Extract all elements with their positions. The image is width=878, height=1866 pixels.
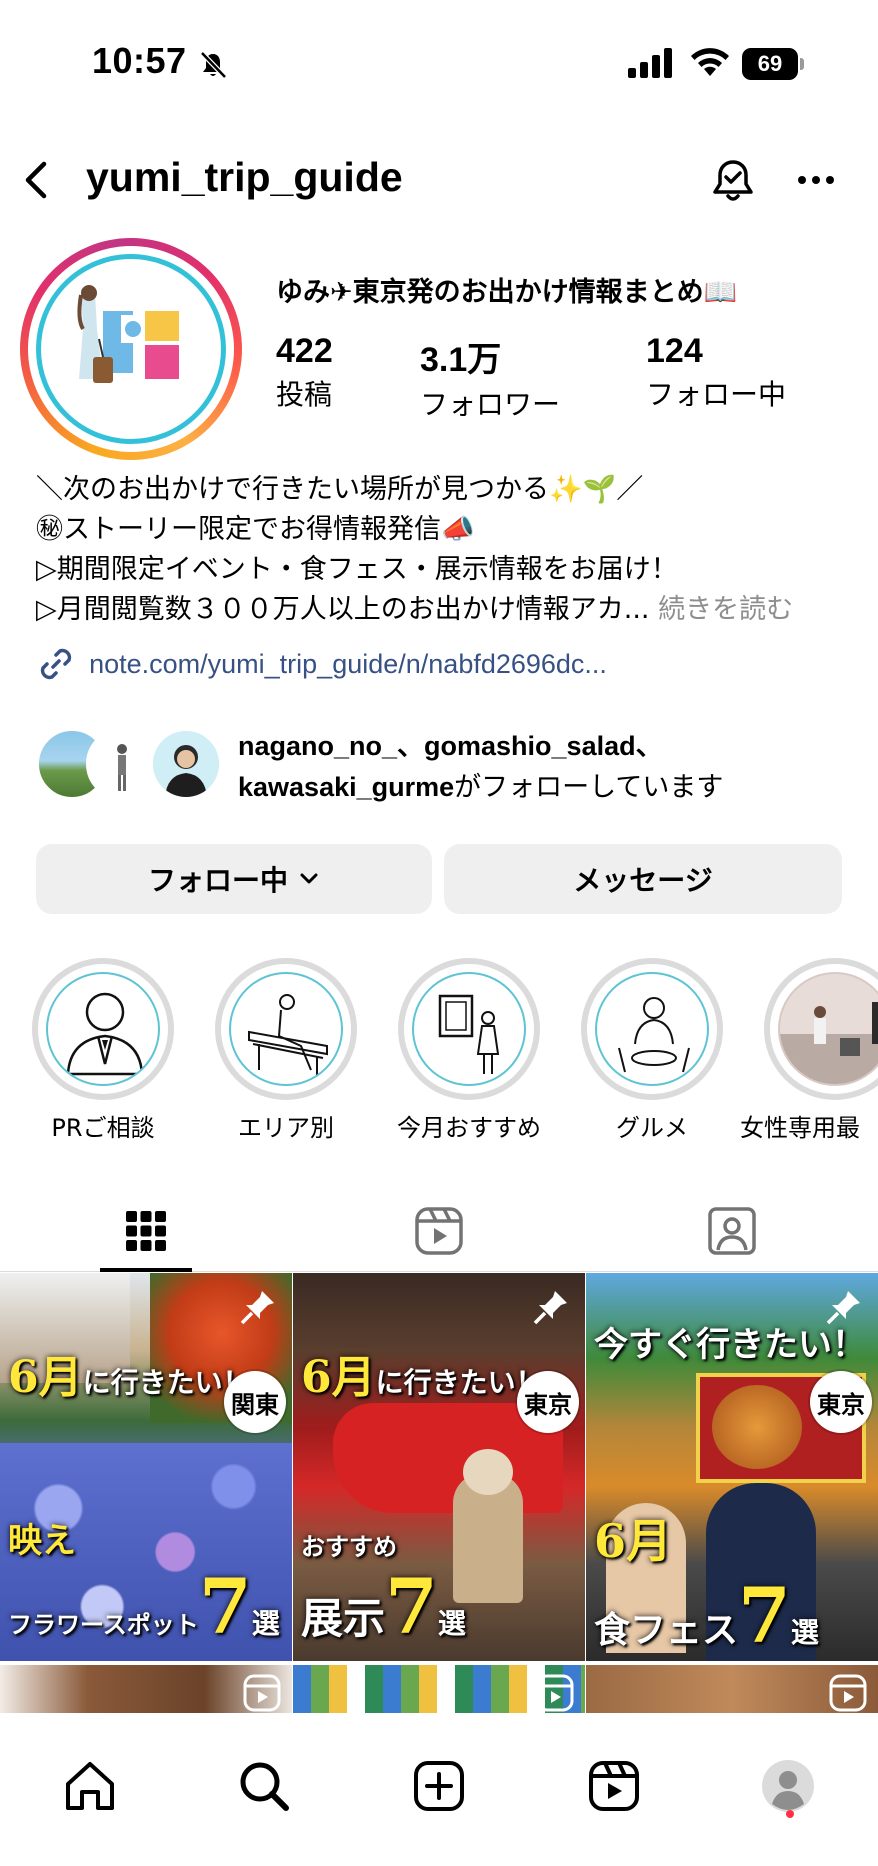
profile-avatar[interactable] [20, 238, 242, 460]
post-tile[interactable]: 6月に行きたい！ 関東 映え フラワースポット7選 [0, 1273, 292, 1661]
bio-line: ▷期間限定イベント・食フェス・展示情報をお届け！ [36, 554, 678, 585]
bio-line: ＼次のお出かけで行きたい場所が見つかる✨🌱／ [36, 474, 644, 505]
followers-count-stat[interactable]: 3.1万 フォロワー [420, 332, 560, 423]
reels-icon [829, 1674, 867, 1712]
reels-icon[interactable] [586, 1758, 642, 1814]
stat-value: 124 [646, 332, 703, 370]
following-button[interactable]: フォロー中 [36, 844, 432, 914]
region-badge: 関東 [224, 1371, 286, 1433]
tab-tagged[interactable] [586, 1190, 878, 1272]
mutual-names: nagano_no_、gomashio_salad、 [238, 731, 663, 761]
highlight-women-only[interactable]: 女性専用最 [740, 958, 878, 1142]
mutual-followers-avatars[interactable] [36, 728, 226, 800]
posts-count-stat[interactable]: 422 投稿 [276, 332, 333, 413]
tab-reels[interactable] [293, 1190, 585, 1272]
message-button-label: メッセージ [573, 864, 713, 897]
profile-tabs [0, 1190, 878, 1272]
bio-line: ㊙ストーリー限定でお得情報発信📣 [36, 514, 475, 545]
mutual-suffix: がフォローしています [454, 772, 724, 803]
bottom-navigation [0, 1714, 878, 1866]
dining-woman-icon [618, 997, 690, 1073]
wifi-icon [691, 48, 729, 76]
chevron-down-icon [300, 873, 318, 884]
following-count-stat[interactable]: 124 フォロー中 [646, 332, 786, 413]
post-tile[interactable]: 今すぐ行きたい！ 東京 6月 食フェス7選 [586, 1273, 878, 1661]
highlight-label: グルメ [616, 1114, 688, 1142]
following-button-label: フォロー中 [147, 864, 288, 897]
pin-icon [240, 1291, 274, 1325]
signal-icon [628, 48, 672, 78]
highlight-label: 今月おすすめ [397, 1114, 541, 1142]
stat-value: 422 [276, 332, 333, 370]
reels-icon [243, 1674, 281, 1712]
tab-posts-grid[interactable] [0, 1190, 292, 1272]
region-badge: 東京 [810, 1371, 872, 1433]
posts-grid: 6月に行きたい！ 関東 映え フラワースポット7選 6月に行きたい！ 東京 おす… [0, 1273, 878, 1713]
tagged-icon [708, 1207, 756, 1255]
bio-line-text: ▷月間閲覧数３００万人以上のお出かけ情報アカ... [36, 594, 650, 625]
highlight-gourmet[interactable]: グルメ [581, 958, 723, 1142]
read-more-link[interactable]: 続きを読む [658, 594, 793, 625]
avatar [86, 728, 158, 800]
more-options-icon[interactable] [794, 168, 838, 192]
post-headline: 6月に行きたい！ [301, 1352, 544, 1403]
battery-indicator: 69 [742, 48, 804, 80]
highlight-label: エリア別 [238, 1114, 334, 1142]
bio-line: ▷月間閲覧数３００万人以上のお出かけ情報アカ... 続きを読む [36, 590, 856, 630]
businessman-icon [66, 992, 144, 1076]
pin-icon [533, 1291, 567, 1325]
stat-label: フォロワー [420, 388, 561, 421]
avatar-illustration-icon [77, 285, 179, 383]
bench-person-icon [248, 994, 328, 1078]
reels-icon [536, 1674, 574, 1712]
region-badge: 東京 [517, 1371, 579, 1433]
profile-display-name: ゆみ✈東京発のお出かけ情報まとめ📖 [276, 277, 738, 308]
mutual-followers-text[interactable]: nagano_no_、gomashio_salad、 kawasaki_gurm… [238, 726, 723, 808]
create-icon[interactable] [411, 1758, 467, 1814]
highlight-label: PRご相談 [51, 1114, 155, 1142]
home-icon[interactable] [62, 1758, 118, 1814]
reels-icon [415, 1207, 463, 1255]
post-tile[interactable]: 6月に行きたい！ 東京 おすすめ 展示7選 [293, 1273, 585, 1661]
battery-level: 69 [742, 48, 798, 80]
photo [780, 974, 878, 1084]
stat-value: 3.1万 [420, 341, 502, 379]
search-icon[interactable] [236, 1758, 292, 1814]
message-button[interactable]: メッセージ [444, 844, 842, 914]
status-bar: 10:57 69 [0, 0, 878, 130]
profile-username: yumi_trip_guide [86, 154, 403, 200]
bell-off-icon [200, 51, 227, 79]
art-gallery-icon [438, 994, 500, 1074]
mutual-name-last: kawasaki_gurme [238, 772, 455, 802]
back-arrow-icon[interactable] [18, 156, 54, 204]
post-headline: 6月に行きたい！ [8, 1352, 251, 1403]
activity-dot [786, 1810, 794, 1818]
link-icon [40, 648, 72, 680]
profile-bio: ＼次のお出かけで行きたい場所が見つかる✨🌱／ ㊙ストーリー限定でお得情報発信📣 … [36, 470, 856, 630]
notification-bell-icon[interactable] [708, 156, 758, 206]
highlight-pr[interactable]: PRご相談 [32, 958, 174, 1142]
active-tab-indicator [100, 1268, 192, 1272]
highlight-area[interactable]: エリア別 [215, 958, 357, 1142]
post-headline: 今すぐ行きたい！ [594, 1325, 866, 1365]
grid-icon [126, 1211, 166, 1251]
stat-label: フォロー中 [646, 378, 787, 411]
highlight-monthly[interactable]: 今月おすすめ [397, 958, 541, 1142]
stat-label: 投稿 [276, 378, 333, 411]
post-subtitle: 映え フラワースポット7選 [8, 1521, 280, 1651]
link-url[interactable]: note.com/yumi_trip_guide/n/nabfd2696dc..… [89, 649, 607, 679]
post-subtitle: おすすめ 展示7選 [301, 1532, 466, 1651]
profile-icon[interactable] [760, 1758, 816, 1814]
profile-link[interactable]: note.com/yumi_trip_guide/n/nabfd2696dc..… [36, 644, 607, 684]
highlight-label: 女性専用最 [740, 1114, 860, 1142]
profile-header: yumi_trip_guide [0, 150, 878, 214]
post-subtitle: 6月 食フェス7選 [594, 1514, 819, 1660]
post-tile[interactable] [293, 1665, 585, 1713]
avatar [150, 728, 222, 800]
post-tile[interactable] [0, 1665, 292, 1713]
post-tile[interactable] [586, 1665, 878, 1713]
status-time: 10:57 [92, 40, 187, 81]
